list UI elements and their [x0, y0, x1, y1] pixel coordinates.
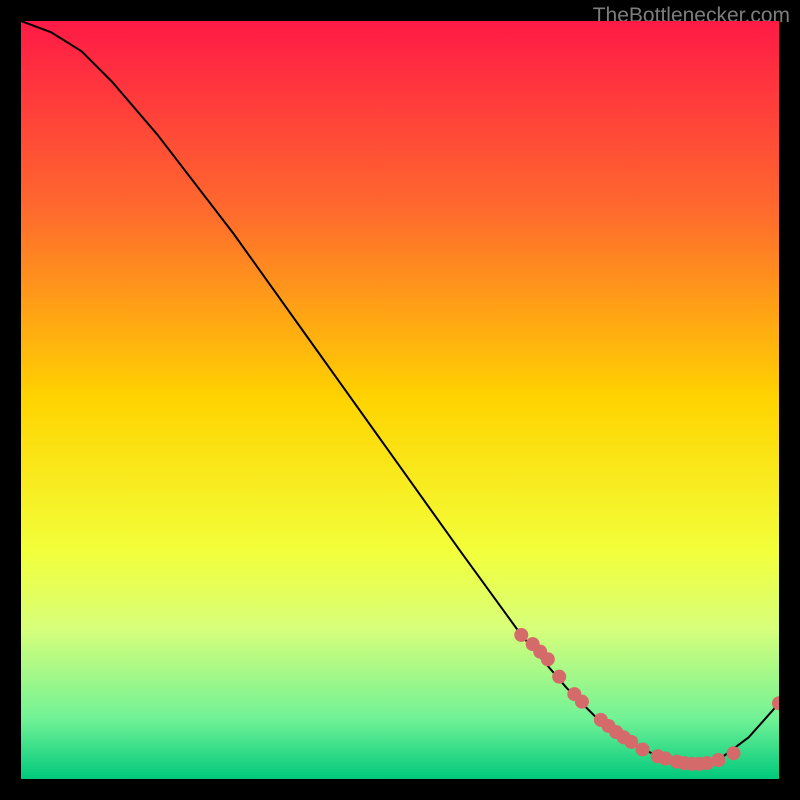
data-point: [514, 628, 528, 642]
gradient-background: [21, 21, 779, 779]
data-point: [541, 652, 555, 666]
chart-svg: [21, 21, 779, 779]
plot-area: [21, 21, 779, 779]
data-point: [711, 753, 725, 767]
data-point: [624, 735, 638, 749]
chart-stage: TheBottlenecker.com: [0, 0, 800, 800]
data-point: [575, 695, 589, 709]
data-point: [727, 746, 741, 760]
data-point: [636, 742, 650, 756]
data-point: [552, 670, 566, 684]
